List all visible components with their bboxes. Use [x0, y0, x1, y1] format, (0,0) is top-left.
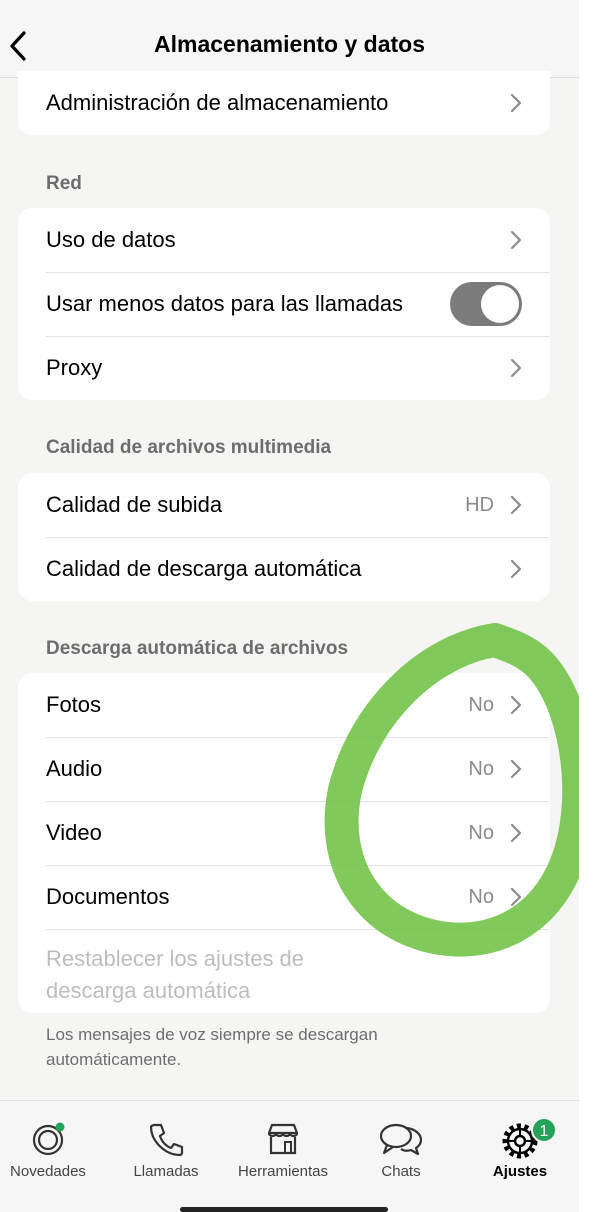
upload-quality-value: HD [465, 493, 494, 516]
chevron-right-icon [510, 759, 522, 779]
tab-chats[interactable]: Chats [346, 1101, 456, 1191]
updates-icon [32, 1122, 65, 1156]
phone-icon [149, 1123, 184, 1157]
page-title: Almacenamiento y datos [154, 31, 425, 57]
less-data-calls-row: Usar menos datos para las llamadas [18, 272, 550, 336]
network-section-heading: Red [46, 173, 82, 194]
reset-line-2: descarga automática [46, 978, 251, 1003]
proxy-label: Proxy [46, 355, 103, 380]
chevron-right-icon [510, 230, 522, 250]
tab-calls[interactable]: Llamadas [111, 1101, 221, 1191]
video-value: No [468, 821, 494, 844]
toggle-knob [481, 285, 519, 323]
upload-quality-label: Calidad de subida [46, 492, 223, 517]
auto-download-card: Fotos No Audio No Video No Documentos No… [18, 673, 550, 1013]
auto-download-quality-row[interactable]: Calidad de descarga automática [18, 537, 550, 601]
photos-value: No [468, 693, 494, 716]
navigation-bar: Almacenamiento y datos [0, 0, 579, 78]
reset-auto-download-label: Restablecer los ajustes de descarga auto… [46, 943, 522, 1007]
proxy-row[interactable]: Proxy [18, 336, 550, 400]
chevron-right-icon [510, 358, 522, 378]
data-usage-label: Uso de datos [46, 227, 176, 252]
tab-updates-label: Novedades [10, 1163, 86, 1180]
upload-quality-row[interactable]: Calidad de subida HD [18, 473, 550, 537]
media-quality-section-heading: Calidad de archivos multimedia [46, 437, 332, 458]
less-data-calls-label: Usar menos datos para las llamadas [46, 291, 404, 316]
voice-messages-footnote: Los mensajes de voz siempre se descargan… [46, 1025, 378, 1069]
tab-updates[interactable]: Novedades [0, 1101, 103, 1191]
network-card: Uso de datos Usar menos datos para las l… [18, 208, 550, 400]
video-label: Video [46, 820, 102, 845]
photos-label: Fotos [46, 692, 102, 717]
auto-download-quality-label: Calidad de descarga automática [46, 556, 362, 581]
data-usage-row[interactable]: Uso de datos [18, 208, 550, 272]
tab-bar: Novedades Llamadas Herramientas Chats 1 … [0, 1100, 579, 1212]
audio-value: No [468, 757, 494, 780]
chevron-right-icon [510, 559, 522, 579]
reset-auto-download-button[interactable]: Restablecer los ajustes de descarga auto… [18, 929, 550, 1013]
chevron-right-icon [510, 495, 522, 515]
tab-chats-label: Chats [381, 1163, 421, 1180]
auto-download-documents-row[interactable]: Documentos No [18, 865, 550, 929]
documents-label: Documentos [46, 884, 170, 909]
auto-download-photos-row[interactable]: Fotos No [18, 673, 550, 737]
audio-label: Audio [46, 756, 103, 781]
screen: Almacenamiento y datos Administración de… [0, 0, 579, 1212]
auto-download-video-row[interactable]: Video No [18, 801, 550, 865]
storage-card: Administración de almacenamiento [18, 71, 550, 135]
auto-download-section-heading: Descarga automática de archivos [46, 638, 349, 659]
chevron-right-icon [510, 823, 522, 843]
auto-download-audio-row[interactable]: Audio No [18, 737, 550, 801]
documents-value: No [468, 885, 494, 908]
storefront-icon [267, 1123, 299, 1155]
chevron-right-icon [510, 93, 522, 113]
chevron-right-icon [510, 695, 522, 715]
tab-settings[interactable]: 1 Ajustes [465, 1101, 575, 1191]
storage-management-label: Administración de almacenamiento [46, 90, 389, 115]
storage-management-row[interactable]: Administración de almacenamiento [18, 71, 550, 135]
chat-bubbles-icon [379, 1123, 423, 1156]
notification-badge: 1 [531, 1117, 557, 1143]
home-indicator [180, 1207, 388, 1212]
less-data-calls-toggle[interactable] [450, 282, 522, 326]
tab-tools[interactable]: Herramientas [228, 1101, 338, 1191]
tab-calls-label: Llamadas [133, 1163, 199, 1180]
tab-settings-label: Ajustes [492, 1163, 548, 1180]
media-quality-card: Calidad de subida HD Calidad de descarga… [18, 473, 550, 601]
reset-line-1: Restablecer los ajustes de [46, 946, 305, 971]
tab-tools-label: Herramientas [237, 1163, 329, 1180]
chevron-right-icon [510, 887, 522, 907]
